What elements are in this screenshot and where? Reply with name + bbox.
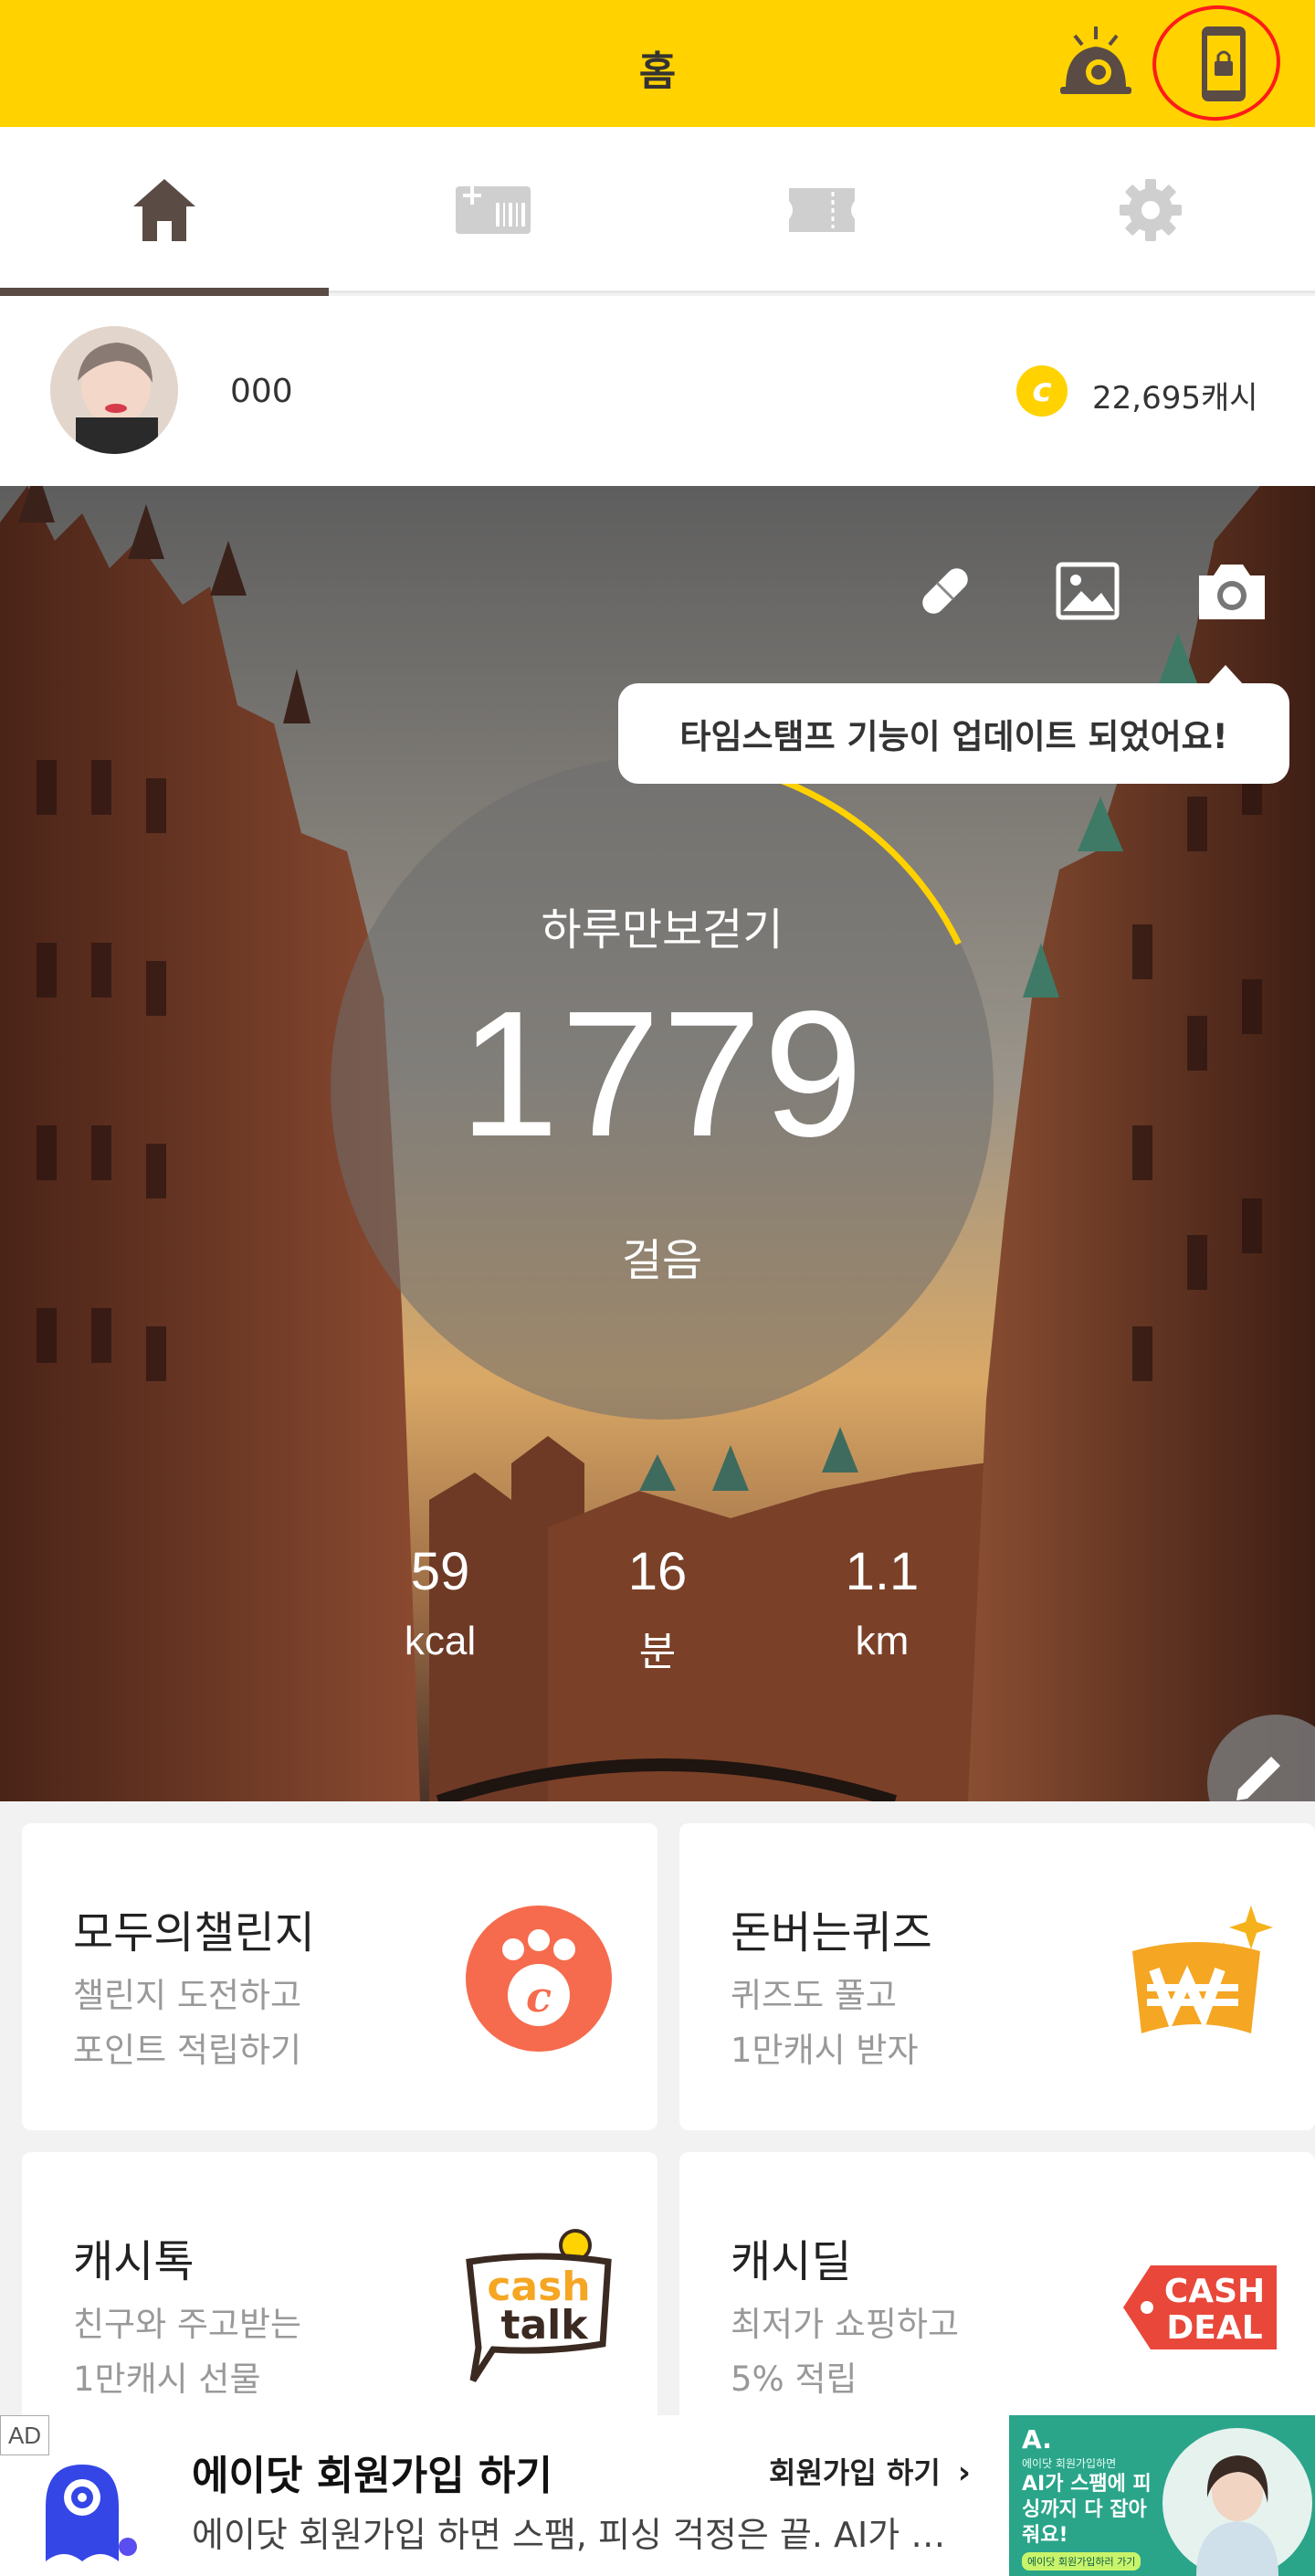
step-counter-hero: 하루만보걷기 1779 걸음 타임스탬프 기능이 업데이트 되었어요! 59 k… bbox=[0, 486, 1315, 1801]
ad-label: AD bbox=[0, 2415, 49, 2455]
card-desc: 5% 적립 bbox=[731, 2360, 857, 2399]
ad-banner-small-text: 에이닷 회원가입하면 bbox=[1022, 2457, 1117, 2470]
cash-talk-icon: cash talk bbox=[466, 2229, 612, 2382]
cash-talk-logo-line: talk bbox=[500, 2302, 589, 2349]
chevron-right-icon: › bbox=[957, 2455, 971, 2491]
stat-value: 16 bbox=[627, 1542, 688, 1601]
card-title: 돈버는퀴즈 bbox=[731, 1907, 932, 1958]
card-quiz[interactable]: 돈버는퀴즈 퀴즈도 풀고 1만캐시 받자 bbox=[679, 1823, 1315, 2130]
step-dial: 하루만보걷기 1779 걸음 bbox=[331, 756, 994, 1420]
profile-bar: 000 c 22,695캐시 bbox=[0, 296, 1315, 486]
card-desc: 1만캐시 선물 bbox=[73, 2360, 261, 2399]
gear-icon bbox=[1120, 179, 1182, 241]
tab-settings[interactable] bbox=[986, 127, 1315, 293]
stat-calories: 59 kcal bbox=[349, 1541, 531, 1664]
card-desc: 퀴즈도 풀고 bbox=[731, 1976, 897, 2015]
cash-balance[interactable]: 22,695캐시 bbox=[1092, 373, 1258, 417]
won-quiz-icon bbox=[1132, 1906, 1273, 2033]
ad-banner[interactable]: AD 에이닷 회원가입 하기 회원가입 하기 › 에이닷 회원가입 하면 스팸,… bbox=[0, 2415, 1315, 2576]
paw-coin-icon: c bbox=[466, 1906, 612, 2052]
ad-banner-button: 에이닷 회원가입하러 가기 bbox=[1022, 2552, 1141, 2571]
pencil-icon bbox=[1236, 1757, 1280, 1800]
pill-sticker-button[interactable] bbox=[904, 550, 986, 632]
stat-value: 59 bbox=[410, 1542, 470, 1601]
challenge-label: 하루만보걷기 bbox=[541, 904, 784, 955]
tab-coupon[interactable] bbox=[658, 127, 986, 293]
cash-deal-logo-line: CASH bbox=[1164, 2273, 1265, 2310]
card-cash-talk[interactable]: 캐시톡 친구와 주고받는 1만캐시 선물 cash talk bbox=[22, 2152, 658, 2459]
card-title: 캐시톡 bbox=[73, 2236, 195, 2287]
step-count: 1779 bbox=[458, 974, 866, 1174]
card-desc: 1만캐시 받자 bbox=[731, 2031, 919, 2070]
cash-deal-logo-line: DEAL bbox=[1166, 2309, 1262, 2347]
card-desc: 챌린지 도전하고 bbox=[73, 1976, 302, 2015]
svg-text:c: c bbox=[526, 1972, 552, 2022]
stat-value: 1.1 bbox=[845, 1542, 920, 1601]
card-cash-deal[interactable]: 캐시딜 최저가 쇼핑하고 5% 적립 CASH DEAL bbox=[679, 2152, 1315, 2459]
image-icon bbox=[1056, 562, 1120, 620]
avatar[interactable] bbox=[50, 326, 178, 454]
cash-coin-icon: c bbox=[1016, 365, 1068, 417]
camera-button[interactable] bbox=[1191, 550, 1273, 632]
pill-icon bbox=[922, 568, 968, 614]
bell-icon bbox=[1060, 26, 1131, 94]
gift-card-icon bbox=[456, 186, 531, 234]
ad-image[interactable]: A. 에이닷 회원가입하면 AI가 스팸에 피싱까지 다 잡아줘요! 에이닷 회… bbox=[1009, 2415, 1315, 2576]
app-header: 홈 bbox=[0, 0, 1315, 127]
notification-bell-button[interactable] bbox=[1050, 18, 1141, 110]
ad-description: 에이닷 회원가입 하면 스팸, 피싱 걱정은 끝. AI가 스팸에 피싱까지 다… bbox=[192, 2515, 977, 2555]
camera-icon bbox=[1199, 565, 1265, 619]
card-challenge[interactable]: 모두의챌린지 챌린지 도전하고 포인트 적립하기 c bbox=[22, 1823, 658, 2130]
stat-distance: 1.1 km bbox=[791, 1541, 973, 1664]
card-title: 캐시딜 bbox=[731, 2236, 852, 2287]
username: 000 bbox=[230, 373, 293, 410]
stat-minutes: 16 분 bbox=[566, 1541, 749, 1677]
step-unit: 걸음 bbox=[621, 1235, 703, 1286]
avatar-photo bbox=[50, 326, 178, 454]
svg-text:A.: A. bbox=[1022, 2424, 1052, 2455]
ad-cta-button[interactable]: 회원가입 하기 › bbox=[769, 2450, 971, 2492]
ad-title: 에이닷 회원가입 하기 bbox=[192, 2453, 552, 2499]
stat-unit: km bbox=[855, 1619, 910, 1663]
tab-gift-card[interactable] bbox=[329, 127, 658, 293]
cash-deal-icon: CASH DEAL bbox=[1123, 2265, 1277, 2349]
card-desc: 최저가 쇼핑하고 bbox=[731, 2305, 960, 2344]
app-screen: 홈 000 c 22,695캐시 하루만보걷기 1779 걸음 타임스탬프 기능… bbox=[0, 0, 1315, 2576]
ad-banner-headline: AI가 스팸에 피싱까지 다 잡아줘요! bbox=[1022, 2473, 1152, 2547]
adot-badge-icon: A. bbox=[1022, 2424, 1052, 2455]
gallery-button[interactable] bbox=[1047, 550, 1129, 632]
card-title: 모두의챌린지 bbox=[73, 1907, 315, 1958]
tab-home[interactable] bbox=[0, 127, 329, 296]
adot-logo-icon bbox=[46, 2465, 137, 2561]
ad-model-photo bbox=[1162, 2428, 1312, 2576]
active-tab-indicator bbox=[0, 288, 329, 296]
stat-unit: 분 bbox=[638, 1630, 677, 1674]
ad-cta-label: 회원가입 하기 bbox=[769, 2455, 941, 2490]
stat-unit: kcal bbox=[404, 1619, 477, 1663]
ticket-icon bbox=[789, 188, 855, 232]
card-desc: 포인트 적립하기 bbox=[73, 2031, 302, 2070]
tab-bar bbox=[0, 127, 1315, 296]
timestamp-update-tooltip[interactable]: 타임스탬프 기능이 업데이트 되었어요! bbox=[618, 665, 1289, 784]
home-icon bbox=[133, 179, 195, 241]
card-desc: 친구와 주고받는 bbox=[73, 2305, 302, 2344]
